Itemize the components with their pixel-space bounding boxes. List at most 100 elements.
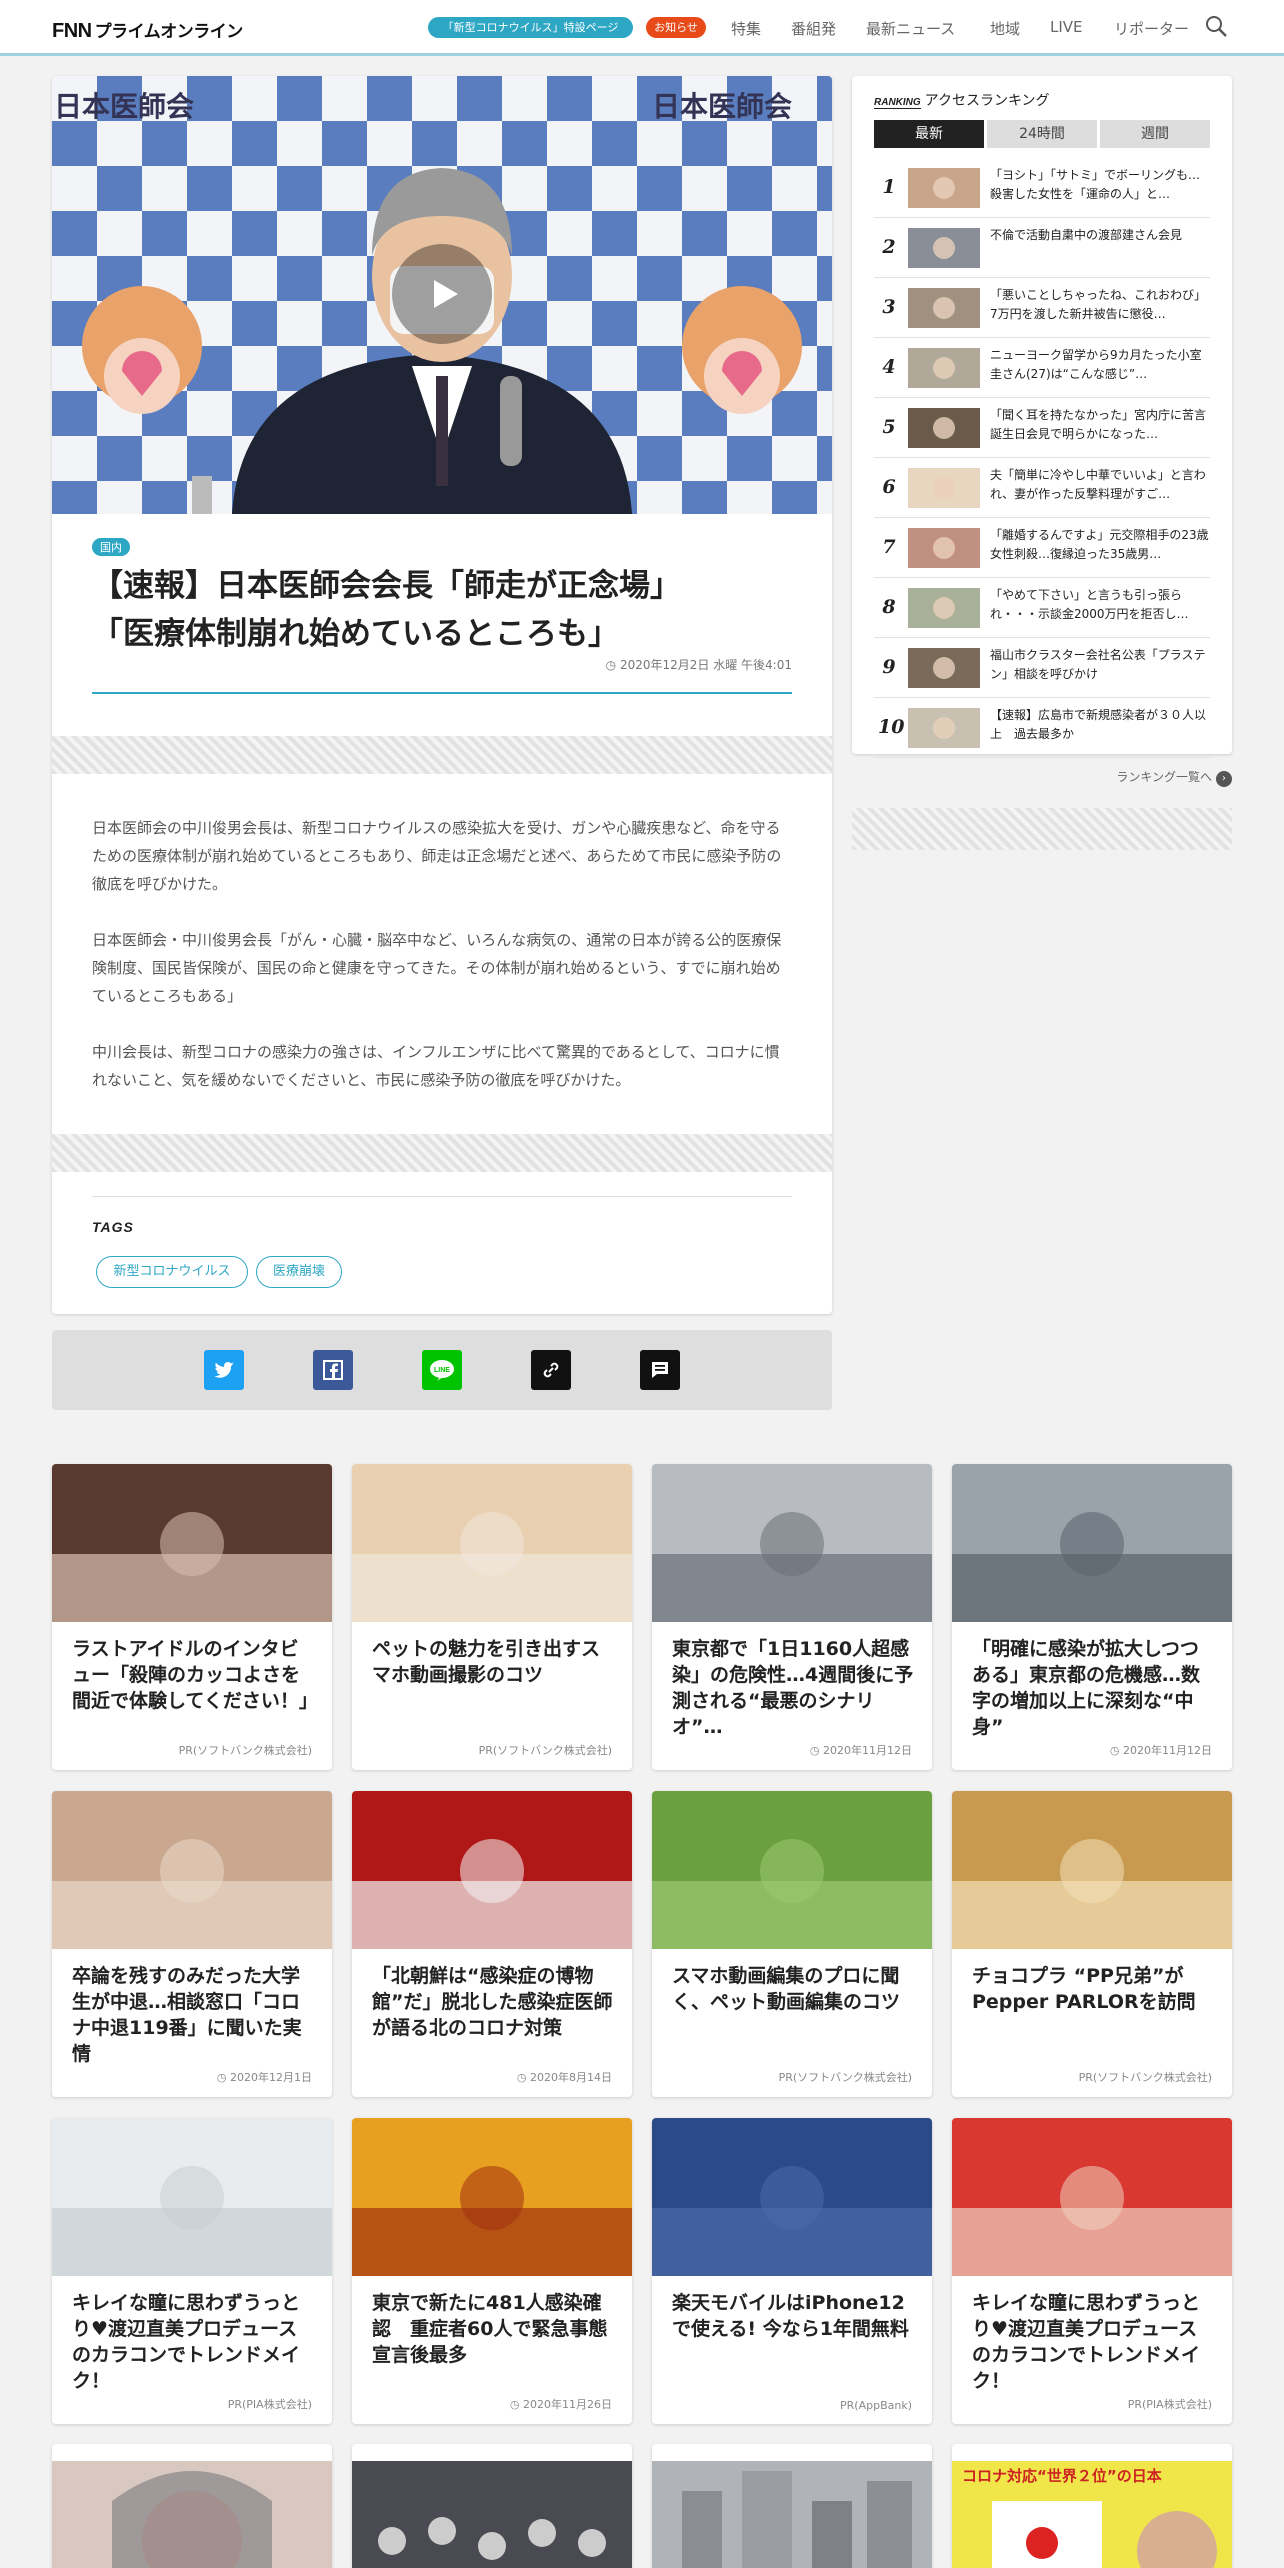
banner-text: 日本医師会 xyxy=(54,90,194,123)
ranking-text: 福山市クラスター会社名公表「プラステン」相談を呼びかけ xyxy=(990,648,1206,681)
ranking-number: 5 xyxy=(882,416,896,438)
comment-icon[interactable] xyxy=(640,1350,680,1390)
nav-live[interactable]: LIVE xyxy=(1050,18,1083,36)
article-card-partial[interactable]: コロナ対応“世界２位”の日本 xyxy=(952,2444,1232,2568)
ranking-item[interactable]: 6 夫「簡単に冷やし中華でいいよ」と言われ、妻が作った反撃料理がすご… xyxy=(874,458,1210,518)
tag-covid[interactable]: 新型コロナウイルス xyxy=(96,1256,248,1288)
ranking-item[interactable]: 8 「やめて下さい」と言うも引っ張られ・・・示談金2000万円を拒否し… xyxy=(874,578,1210,638)
article-card[interactable]: ペットの魅力を引き出すスマホ動画撮影のコツ PR(ソフトバンク株式会社) xyxy=(352,1464,632,1770)
ranking-text: 【速報】広島市で新規感染者が３０人以上 過去最多か xyxy=(990,708,1207,741)
nav-reporters[interactable]: リポーター xyxy=(1114,18,1189,39)
ranking-item[interactable]: 3 「悪いことしちゃったね、これおわび」 7万円を渡した新井被告に懲役… xyxy=(874,278,1210,338)
twitter-icon[interactable] xyxy=(204,1350,244,1390)
article-card-partial[interactable] xyxy=(52,2444,332,2568)
search-icon[interactable] xyxy=(1204,14,1228,38)
ranking-text: 不倫で活動自粛中の渡部建さん会見 xyxy=(990,228,1183,242)
article-card[interactable]: 楽天モバイルはiPhone12で使える! 今なら1年間無料 PR(AppBank) xyxy=(652,2118,932,2424)
notice-link[interactable]: お知らせ xyxy=(646,17,706,38)
ranking-text: ニューヨーク留学から9カ月たった小室圭さん(27)は“こんな感じ”… xyxy=(990,348,1202,381)
chevron-right-icon: › xyxy=(1216,771,1232,787)
ranking-item[interactable]: 7 「離婚するんですよ」元交際相手の23歳女性刺殺…復縁迫った35歳男… xyxy=(874,518,1210,578)
card-thumbnail xyxy=(352,1791,632,1949)
article-card[interactable]: 「北朝鮮は“感染症の博物館”だ」脱北した感染症医師が語る北のコロナ対策 ◷ 202… xyxy=(352,1791,632,2097)
ranking-thumbnail xyxy=(908,288,980,328)
card-meta: PR(AppBank) xyxy=(840,2399,912,2412)
card-title: チョコプラ “PP兄弟”がPepper PARLORを訪問 xyxy=(972,1965,1196,2013)
card-title: 東京都で「1日1160人超感染」の危険性…4週間後に予測される“最悪のシナリオ”… xyxy=(672,1638,914,1738)
article-card-partial[interactable] xyxy=(352,2444,632,2568)
card-title: 「明確に感染が拡大しつつある」東京都の危機感…数字の増加以上に深刻な“中身” xyxy=(972,1638,1201,1738)
card-meta: ◷ 2020年11月12日 xyxy=(809,1744,912,1757)
card-thumbnail xyxy=(52,2461,332,2568)
article-card[interactable]: 東京都で「1日1160人超感染」の危険性…4週間後に予測される“最悪のシナリオ”… xyxy=(652,1464,932,1770)
article-title: 【速報】日本医師会会長「師走が正念場」 「医療体制崩れ始めているところも」 xyxy=(92,568,681,652)
ranking-text: 「悪いことしちゃったね、これおわび」 7万円を渡した新井被告に懲役… xyxy=(990,288,1207,321)
tab-24h[interactable]: 24時間 xyxy=(987,120,1097,148)
card-title: キレイな瞳に思わずうっとり♥渡辺直美プロデュースのカラコンでトレンドメイク！ xyxy=(72,2292,301,2392)
play-icon xyxy=(434,280,458,308)
card-thumbnail xyxy=(652,1791,932,1949)
nav-features[interactable]: 特集 xyxy=(731,18,761,39)
nav-regions[interactable]: 地域 xyxy=(990,18,1020,39)
ranking-more-link[interactable]: ランキング一覧へ › xyxy=(852,768,1232,787)
tag-medical-collapse[interactable]: 医療崩壊 xyxy=(256,1256,342,1288)
ranking-item[interactable]: 9 福山市クラスター会社名公表「プラステン」相談を呼びかけ xyxy=(874,638,1210,698)
category-badge[interactable]: 国内 xyxy=(92,538,130,556)
article-card[interactable]: キレイな瞳に思わずうっとり♥渡辺直美プロデュースのカラコンでトレンドメイク！ PR… xyxy=(52,2118,332,2424)
card-thumbnail xyxy=(52,1791,332,1949)
ranking-thumbnail xyxy=(908,708,980,748)
ranking-thumbnail xyxy=(908,348,980,388)
article-card[interactable]: 「明確に感染が拡大しつつある」東京都の危機感…数字の増加以上に深刻な“中身” ◷ … xyxy=(952,1464,1232,1770)
ranking-item[interactable]: 10 【速報】広島市で新規感染者が３０人以上 過去最多か xyxy=(874,698,1210,758)
article-card[interactable]: 卒論を残すのみだった大学生が中退…相談窓口「コロナ中退119番」に聞いた実情 ◷ … xyxy=(52,1791,332,2097)
article-card-partial[interactable] xyxy=(652,2444,932,2568)
ranking-number: 1 xyxy=(882,176,896,198)
card-meta: PR(PIA株式会社) xyxy=(1127,2398,1212,2411)
link-icon[interactable] xyxy=(531,1350,571,1390)
card-thumbnail xyxy=(352,1464,632,1622)
card-thumbnail xyxy=(352,2461,632,2568)
article-card[interactable]: ラストアイドルのインタビュー「殺陣のカッコよさを間近で体験してください！」 PR(… xyxy=(52,1464,332,1770)
card-thumbnail xyxy=(652,2118,932,2276)
tab-latest[interactable]: 最新 xyxy=(874,120,984,148)
line-icon[interactable]: LINE xyxy=(422,1350,462,1390)
play-button[interactable] xyxy=(392,244,492,344)
tab-weekly[interactable]: 週間 xyxy=(1100,120,1210,148)
ad-placeholder-bottom xyxy=(52,1134,832,1172)
card-meta: ◷ 2020年8月14日 xyxy=(516,2071,612,2084)
article-card[interactable]: スマホ動画編集のプロに聞く、ペット動画編集のコツ PR(ソフトバンク株式会社) xyxy=(652,1791,932,2097)
article-video[interactable]: 日本医師会 日本医師会 xyxy=(52,76,832,514)
ranking-number: 8 xyxy=(882,596,896,618)
nav-programs[interactable]: 番組発 xyxy=(791,18,836,39)
site-logo[interactable]: FNN プライムオンライン xyxy=(52,17,243,43)
card-title: ラストアイドルのインタビュー「殺陣のカッコよさを間近で体験してください！」 xyxy=(72,1638,318,1712)
ranking-text: 「ヨシト」「サトミ」でボーリングも…殺害した女性を「運命の人」と… xyxy=(990,168,1201,201)
svg-text:日本医師会: 日本医師会 xyxy=(652,90,792,123)
card-meta: PR(PIA株式会社) xyxy=(227,2398,312,2411)
article-paragraph: 日本医師会の中川俊男会長は、新型コロナウイルスの感染拡大を受け、ガンや心臓疾患な… xyxy=(92,819,782,893)
ranking-item[interactable]: 1 「ヨシト」「サトミ」でボーリングも…殺害した女性を「運命の人」と… xyxy=(874,158,1210,218)
ranking-number: 9 xyxy=(882,656,896,678)
clock-icon: ◷ xyxy=(516,2071,530,2084)
card-thumbnail xyxy=(952,1791,1232,1949)
tags-heading: TAGS xyxy=(92,1196,792,1235)
article-card[interactable]: キレイな瞳に思わずうっとり♥渡辺直美プロデュースのカラコンでトレンドメイク！ PR… xyxy=(952,2118,1232,2424)
ranking-thumbnail xyxy=(908,408,980,448)
covid-special-link[interactable]: 「新型コロナウイルス」特設ページ xyxy=(428,17,633,38)
article-card[interactable]: チョコプラ “PP兄弟”がPepper PARLORを訪問 PR(ソフトバンク株式… xyxy=(952,1791,1232,2097)
ranking-thumbnail xyxy=(908,168,980,208)
card-title: ペットの魅力を引き出すスマホ動画撮影のコツ xyxy=(372,1638,601,1686)
ranking-item[interactable]: 2 不倫で活動自粛中の渡部建さん会見 xyxy=(874,218,1210,278)
ranking-number: 6 xyxy=(882,476,896,498)
ranking-text: 夫「簡単に冷やし中華でいいよ」と言われ、妻が作った反撃料理がすご… xyxy=(990,468,1206,501)
card-meta: PR(ソフトバンク株式会社) xyxy=(478,1744,612,1757)
ranking-thumbnail xyxy=(908,228,980,268)
article-card[interactable]: 東京で新たに481人感染確認 重症者60人で緊急事態宣言後最多 ◷ 2020年11… xyxy=(352,2118,632,2424)
card-thumbnail: コロナ対応“世界２位”の日本 xyxy=(952,2461,1232,2568)
ranking-item[interactable]: 4 ニューヨーク留学から9カ月たった小室圭さん(27)は“こんな感じ”… xyxy=(874,338,1210,398)
ranking-item[interactable]: 5 「聞く耳を持たなかった」宮内庁に苦言 誕生日会見で明らかになった… xyxy=(874,398,1210,458)
share-bar: LINE xyxy=(52,1330,832,1410)
facebook-icon[interactable] xyxy=(313,1350,353,1390)
article-paragraph: 中川会長は、新型コロナの感染力の強さは、インフルエンザに比べて驚異的であるとして… xyxy=(92,1043,780,1089)
nav-latest-news[interactable]: 最新ニュース xyxy=(866,18,955,39)
